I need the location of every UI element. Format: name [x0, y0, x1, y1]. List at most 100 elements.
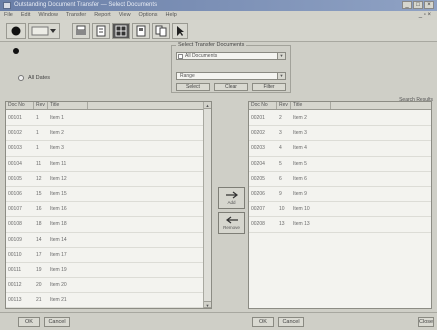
filter-panel: All Dates Select Transfer Documents All …	[0, 42, 437, 103]
column-doc-no[interactable]: Doc No	[249, 102, 277, 109]
menu-window[interactable]: Window	[38, 11, 58, 20]
cell-rev: 1	[36, 130, 39, 137]
toolbar-copy-button[interactable]	[152, 23, 170, 39]
remove-label: Remove	[223, 225, 240, 230]
cell-rev: 16	[36, 206, 42, 213]
remove-transfer-button[interactable]: Remove	[218, 212, 245, 234]
table-row[interactable]: 00107 16 Item 16	[6, 202, 211, 218]
chevron-down-icon[interactable]: ▼	[277, 73, 285, 79]
column-title[interactable]: Title	[48, 102, 88, 109]
table-row[interactable]: 00110 17 Item 17	[6, 248, 211, 263]
table-row[interactable]: 00105 12 Item 12	[6, 172, 211, 187]
window-title: Outstanding Document Transfer — Select D…	[14, 2, 158, 8]
table-row[interactable]: 00204 5 Item 5	[249, 157, 431, 172]
close-dialog-button[interactable]: Close	[418, 317, 434, 327]
cell-doc-no: 00109	[8, 236, 22, 243]
table-row[interactable]: 00101 1 Item 1	[6, 111, 211, 127]
table-row[interactable]: 00106 15 Item 15	[6, 187, 211, 203]
table-row[interactable]: 00113 21 Item 21	[6, 293, 211, 308]
table-row[interactable]: 00112 20 Item 20	[6, 278, 211, 294]
scroll-down-icon[interactable]: ▼	[204, 301, 211, 308]
range-combo[interactable]: Range ▼	[176, 72, 286, 80]
table-row[interactable]: 00108 18 Item 18	[6, 217, 211, 233]
table-row[interactable]: 00111 19 Item 19	[6, 263, 211, 279]
selected-documents-list[interactable]: Doc No Rev Title 00201 2 Item 2 00202 3 Item …	[248, 101, 432, 309]
menu-options[interactable]: Options	[139, 11, 158, 20]
cell-title: Item 6	[293, 175, 307, 182]
vertical-scrollbar[interactable]: ▲ ▼	[203, 102, 211, 308]
ok-button-right[interactable]: OK	[252, 317, 274, 327]
all-dates-option[interactable]: All Dates	[18, 75, 50, 81]
select-button[interactable]: Select	[176, 83, 210, 91]
cell-rev: 20	[36, 282, 42, 289]
status-indicator-icon	[13, 48, 19, 54]
app-window: Outstanding Document Transfer — Select D…	[0, 0, 437, 330]
table-row[interactable]: 00205 6 Item 6	[249, 172, 431, 187]
cancel-button[interactable]: Cancel	[44, 317, 70, 327]
cell-doc-no: 00104	[8, 160, 22, 167]
cell-doc-no: 00208	[251, 221, 265, 228]
toolbar-preview-button[interactable]	[92, 23, 110, 39]
filter-button[interactable]: Filter	[252, 83, 286, 91]
menu-report[interactable]: Report	[94, 11, 111, 20]
checkbox-icon[interactable]	[178, 54, 183, 59]
scroll-up-icon[interactable]: ▲	[204, 102, 211, 109]
menu-help[interactable]: Help	[166, 11, 177, 20]
print-icon	[76, 25, 86, 35]
table-row[interactable]: 00102 1 Item 2	[6, 126, 211, 142]
cell-title: Item 1	[50, 115, 64, 122]
menu-transfer[interactable]: Transfer	[66, 11, 86, 20]
table-row[interactable]: 00104 11 Item 11	[6, 157, 211, 172]
cell-doc-no: 00107	[8, 206, 22, 213]
documents-combo[interactable]: All Documents ▼	[176, 52, 286, 60]
toolbar-select-dropdown[interactable]	[28, 23, 60, 39]
cell-rev: 13	[279, 221, 285, 228]
table-row[interactable]: 00109 14 Item 14	[6, 233, 211, 248]
arrow-left-icon	[225, 216, 238, 224]
column-doc-no[interactable]: Doc No	[6, 102, 34, 109]
cell-title: Item 18	[50, 221, 67, 228]
add-transfer-button[interactable]: Add	[218, 187, 245, 209]
cell-title: Item 3	[293, 130, 307, 137]
toolbar-doc-button[interactable]	[132, 23, 150, 39]
toolbar-pointer-button[interactable]	[172, 23, 188, 39]
table-row[interactable]: 00103 1 Item 3	[6, 141, 211, 157]
menu-view[interactable]: View	[119, 11, 131, 20]
cell-rev: 3	[279, 130, 282, 137]
toolbar-record-button[interactable]	[6, 23, 26, 39]
toolbar-print-button[interactable]	[72, 23, 90, 39]
cancel-button-right[interactable]: Cancel	[278, 317, 304, 327]
cell-doc-no: 00108	[8, 221, 22, 228]
table-row[interactable]: 00202 3 Item 3	[249, 126, 431, 142]
column-rev[interactable]: Rev	[34, 102, 48, 109]
ok-button[interactable]: OK	[18, 317, 40, 327]
mdi-controls[interactable]: _ ▫ ×	[419, 12, 431, 19]
minimize-button[interactable]: _	[402, 1, 412, 9]
table-row[interactable]: 00207 10 Item 10	[249, 202, 431, 218]
cell-rev: 2	[279, 115, 282, 122]
clear-button[interactable]: Clear	[214, 83, 248, 91]
chevron-down-icon[interactable]: ▼	[277, 53, 285, 59]
cell-title: Item 12	[50, 175, 67, 182]
column-rev[interactable]: Rev	[277, 102, 291, 109]
table-row[interactable]: 00206 9 Item 9	[249, 187, 431, 203]
toolbar-grid-button[interactable]	[112, 23, 130, 39]
cell-doc-no: 00101	[8, 115, 22, 122]
title-bar: Outstanding Document Transfer — Select D…	[0, 0, 437, 11]
available-documents-list[interactable]: Doc No Rev Title 00101 1 Item 1 00102 1 Item …	[5, 101, 212, 309]
close-button[interactable]: ×	[424, 1, 434, 9]
menu-edit[interactable]: Edit	[21, 11, 30, 20]
table-row[interactable]: 00201 2 Item 2	[249, 111, 431, 127]
table-row[interactable]: 00203 4 Item 4	[249, 141, 431, 157]
arrow-right-icon	[225, 191, 238, 199]
radio-button[interactable]	[18, 75, 24, 81]
all-dates-label: All Dates	[28, 75, 51, 81]
dropdown-icon	[31, 26, 56, 36]
column-title[interactable]: Title	[291, 102, 331, 109]
table-row[interactable]: 00208 13 Item 13	[249, 217, 431, 233]
menu-file[interactable]: File	[4, 11, 13, 20]
maximize-button[interactable]: □	[413, 1, 423, 9]
cell-doc-no: 00201	[251, 115, 265, 122]
cell-title: Item 15	[50, 191, 67, 198]
cell-doc-no: 00203	[251, 145, 265, 152]
